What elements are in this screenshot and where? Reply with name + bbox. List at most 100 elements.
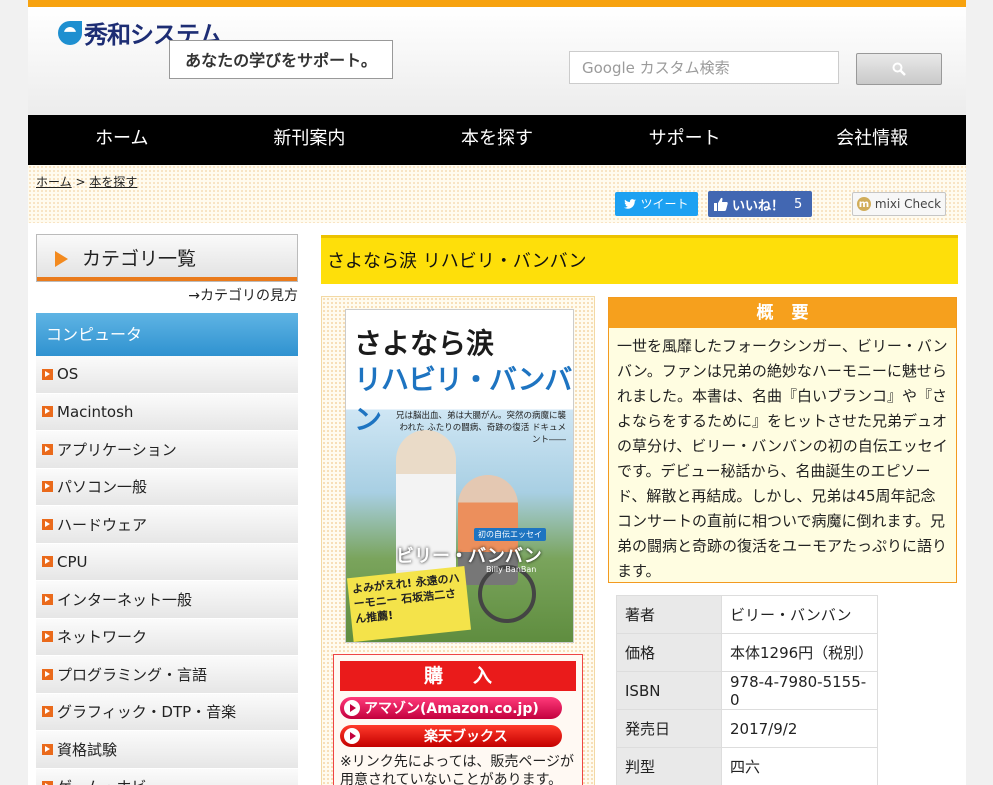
summary-heading: 概要 (609, 298, 956, 328)
like-label: いいね！ (732, 198, 785, 214)
category-item[interactable]: CPU (36, 543, 298, 581)
category-item[interactable]: ゲーム・ホビー (36, 768, 298, 785)
nav-home[interactable]: ホーム (28, 115, 216, 165)
category-item[interactable]: OS (36, 356, 298, 394)
category-item-label: 資格試験 (57, 740, 118, 759)
bullet-arrow-icon (42, 518, 53, 530)
category-item-label: CPU (57, 552, 88, 571)
like-button[interactable]: いいね！ 5 (708, 191, 812, 217)
spec-key: 判型 (616, 747, 722, 785)
category-item-label: インターネット一般 (57, 590, 193, 609)
bullet-arrow-icon (42, 481, 53, 493)
book-panel: さよなら涙 リハビリ・バンバン 兄は脳出血、弟は大腸がん。突然の病魔に襲われた … (321, 296, 595, 785)
table-row: ISBN 978-4-7980-5155-0 (616, 671, 878, 710)
category-item-label: パソコン一般 (57, 478, 148, 497)
breadcrumb-area: ホーム > 本を探す ツイート いいね！ 5 m mixi Check (28, 165, 966, 223)
page: 秀和システム あなたの学びをサポート。 ホーム 新刊案内 本を探す サポート 会… (28, 0, 966, 785)
category-section-computer[interactable]: コンピュータ (36, 313, 298, 356)
purchase-note: ※リンク先によっては、販売ページが用意されていないことがあります。 (340, 754, 575, 785)
purchase-box: 購入 アマゾン(Amazon.co.jp) 楽天ブックス ※リンク先によっては、… (333, 654, 583, 785)
category-item[interactable]: インターネット一般 (36, 581, 298, 619)
play-icon (344, 728, 360, 744)
spec-value: 2017/9/2 (721, 709, 878, 748)
table-row: 価格 本体1296円（税別） (616, 633, 878, 672)
category-heading: カテゴリ一覧 (36, 234, 298, 282)
bullet-arrow-icon (42, 368, 53, 380)
nav-support[interactable]: サポート (591, 115, 779, 165)
bullet-arrow-icon (42, 706, 53, 718)
cover-blurb: よみがえれ! 永遠のハーモニー 石坂浩二さん推薦! (346, 566, 472, 642)
cover-title-line1: さよなら涙 (354, 327, 495, 360)
book-title: さよなら涙 リハビリ・バンバン (327, 251, 587, 272)
breadcrumb-separator: > (75, 175, 86, 189)
summary-box: 概要 一世を風靡したフォークシンガー、ビリー・バンバン。ファンは兄弟の絶妙なハー… (608, 297, 957, 583)
book-spec-table: 著者 ビリー・バンバン 価格 本体1296円（税別） ISBN 978-4-7980-… (616, 595, 878, 785)
spec-value: 978-4-7980-5155-0 (721, 671, 878, 710)
play-arrow-icon (55, 251, 68, 267)
cover-author-en: Billy BanBan (486, 565, 537, 574)
bullet-arrow-icon (42, 556, 53, 568)
logo-icon (58, 20, 82, 45)
category-item[interactable]: アプリケーション (36, 431, 298, 469)
like-count: 5 (794, 196, 803, 212)
spec-key: 価格 (616, 633, 722, 672)
spec-value: 四六 (721, 747, 878, 785)
cover-badge: 初の自伝エッセイ (474, 528, 546, 541)
category-sidebar: カテゴリ一覧 →カテゴリの見方 コンピュータ OS Macintosh アプリケ… (36, 234, 298, 785)
play-icon (344, 700, 360, 716)
category-item[interactable]: ネットワーク (36, 618, 298, 656)
search-button[interactable] (856, 53, 942, 85)
category-item[interactable]: 資格試験 (36, 731, 298, 769)
bullet-arrow-icon (42, 443, 53, 455)
category-item-label: グラフィック・DTP・音楽 (57, 703, 237, 722)
mixi-label: mixi Check (874, 197, 942, 211)
category-howto-link[interactable]: →カテゴリの見方 (36, 285, 298, 307)
bullet-arrow-icon (42, 781, 53, 785)
table-row: 判型 四六 (616, 747, 878, 785)
category-item[interactable]: パソコン一般 (36, 468, 298, 506)
rakuten-button[interactable]: 楽天ブックス (340, 725, 562, 747)
category-item[interactable]: Macintosh (36, 393, 298, 431)
bullet-arrow-icon (42, 593, 53, 605)
category-item[interactable]: ハードウェア (36, 506, 298, 544)
bullet-arrow-icon (42, 668, 53, 680)
spec-value: ビリー・バンバン (721, 595, 878, 634)
main-nav: ホーム 新刊案内 本を探す サポート 会社情報 (28, 115, 966, 165)
breadcrumb-current[interactable]: 本を探す (89, 175, 137, 189)
mixi-check-button[interactable]: m mixi Check (852, 192, 946, 216)
twitter-bird-icon (624, 199, 637, 209)
spec-key: ISBN (616, 671, 722, 710)
category-item-label: OS (57, 365, 79, 384)
nav-company[interactable]: 会社情報 (778, 115, 966, 165)
top-accent-bar (28, 0, 966, 7)
category-item[interactable]: グラフィック・DTP・音楽 (36, 693, 298, 731)
tweet-button[interactable]: ツイート (615, 192, 698, 216)
mixi-icon: m (856, 197, 871, 211)
amazon-label: アマゾン(Amazon.co.jp) (364, 701, 539, 717)
summary-text: 一世を風靡したフォークシンガー、ビリー・バンバン。ファンは兄弟の絶妙なハーモニー… (617, 337, 948, 580)
category-item-label: ネットワーク (57, 628, 148, 647)
bullet-arrow-icon (42, 631, 53, 643)
breadcrumb: ホーム > 本を探す (36, 173, 137, 190)
category-item[interactable]: プログラミング・言語 (36, 656, 298, 694)
tweet-label: ツイート (640, 197, 689, 211)
table-row: 発売日 2017/9/2 (616, 709, 878, 748)
nav-find-books[interactable]: 本を探す (403, 115, 591, 165)
category-item-label: プログラミング・言語 (57, 665, 208, 684)
thumbs-up-icon (714, 197, 728, 211)
book-cover-image[interactable]: さよなら涙 リハビリ・バンバン 兄は脳出血、弟は大腸がん。突然の病魔に襲われた … (345, 309, 574, 643)
search-input[interactable] (569, 51, 839, 84)
table-row: 著者 ビリー・バンバン (616, 595, 878, 634)
category-item-label: Macintosh (57, 402, 134, 421)
search-icon (892, 62, 906, 76)
nav-new-releases[interactable]: 新刊案内 (216, 115, 404, 165)
spec-key: 著者 (616, 595, 722, 634)
amazon-button[interactable]: アマゾン(Amazon.co.jp) (340, 697, 562, 719)
breadcrumb-home[interactable]: ホーム (36, 175, 72, 189)
category-heading-label: カテゴリ一覧 (82, 248, 197, 270)
spec-value: 本体1296円（税別） (721, 633, 878, 672)
bullet-arrow-icon (42, 406, 53, 418)
site-header: 秀和システム あなたの学びをサポート。 (28, 7, 966, 115)
rakuten-label: 楽天ブックス (424, 729, 508, 745)
category-item-label: アプリケーション (57, 440, 177, 459)
